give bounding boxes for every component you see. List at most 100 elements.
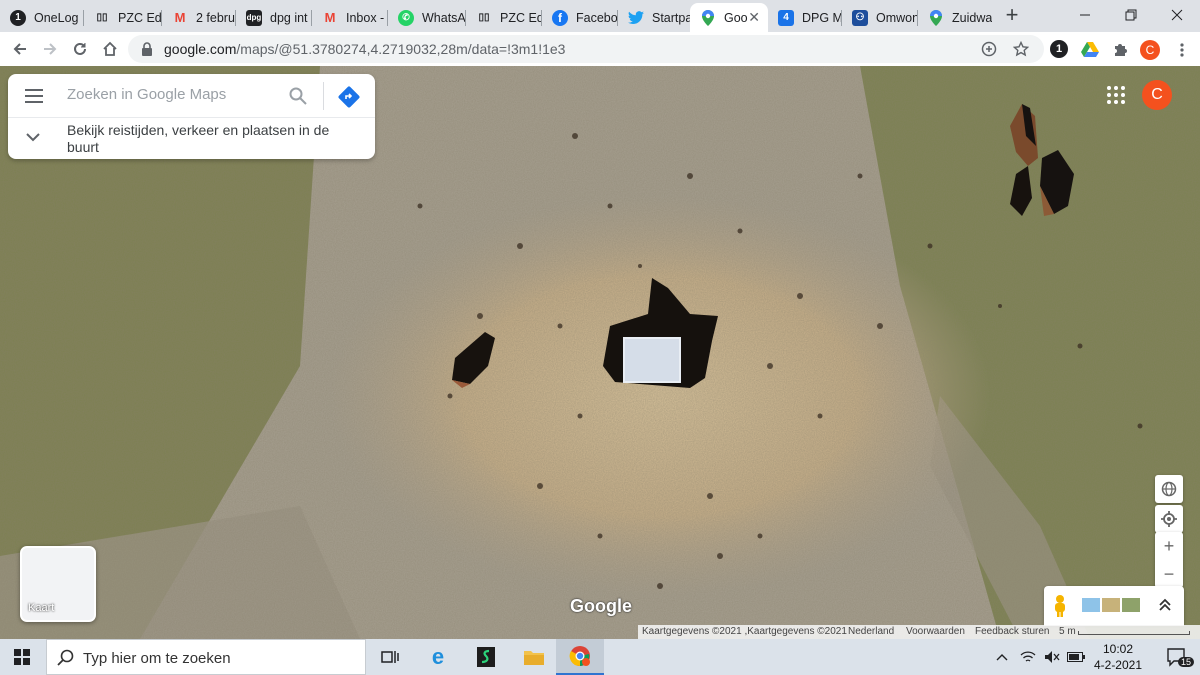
tab-onelogin[interactable]: 1 OneLog [0,3,84,32]
directions-icon[interactable] [338,86,360,108]
scale-label: 5 m [1059,626,1076,637]
globe-button[interactable] [1155,475,1183,503]
facebook-icon: f [552,9,568,26]
google-maps-icon [700,9,716,26]
map-type-toggle[interactable]: Kaart [20,546,96,622]
imagery-thumbnail-3[interactable] [1122,598,1140,612]
satellite-map[interactable]: Zoeken in Google Maps Bekijk reistijden,… [0,66,1200,639]
home-icon [103,41,117,56]
gmail-icon: M [324,10,336,25]
tab-gmail-2[interactable]: M Inbox - [312,3,388,32]
more-menu-icon[interactable] [1172,40,1192,60]
hamburger-menu-icon[interactable] [24,87,44,105]
maps-profile-initial: C [1151,86,1163,103]
my-location-button[interactable] [1155,505,1183,533]
task-view-button[interactable] [366,639,414,675]
onelogin-icon: 1 [10,9,26,26]
feedback-link[interactable]: Feedback sturen [975,626,1050,637]
maps-search-input[interactable]: Zoeken in Google Maps [67,86,226,103]
twitter-icon [628,10,644,26]
reload-button[interactable] [68,37,92,61]
start-button[interactable] [0,639,44,675]
tab-pzc-1[interactable]: ▯▯ PZC Edi [84,3,162,32]
maps-profile-avatar[interactable]: C [1142,80,1172,110]
back-button[interactable] [8,37,32,61]
chevron-up-icon [996,654,1008,661]
new-tab-button[interactable]: + [1000,4,1024,28]
url-host: google.com [164,41,237,57]
expand-chevron-icon[interactable] [1158,598,1174,614]
taskbar-file-explorer[interactable] [510,639,558,675]
extensions-puzzle-icon[interactable] [1110,40,1130,60]
imagery-thumbnail-1[interactable] [1082,598,1100,612]
reload-icon [74,42,86,55]
globe-icon [1161,481,1177,497]
zoom-in-button[interactable]: + [1155,532,1183,560]
omwonenden-icon: ⚇ [852,9,868,26]
restore-icon [1125,9,1137,21]
close-tab-icon[interactable]: ✕ [748,9,760,26]
add-icon[interactable] [980,40,998,58]
country-link[interactable]: Nederland [848,626,894,637]
search-divider [323,82,324,110]
extension-onelogin-icon[interactable]: 1 [1050,40,1068,58]
search-icon[interactable] [288,86,308,106]
bookmark-star-icon[interactable] [1012,40,1030,58]
taskbar-chrome[interactable] [556,639,604,675]
profile-initial: C [1145,43,1155,57]
pzc-icon: ▯▯ [478,12,490,23]
gmail-icon: M [174,10,186,25]
zoom-out-button[interactable]: − [1155,560,1183,588]
attribution-bar: Kaartgegevens ©2021 ,Kaartgegevens ©2021… [638,625,1200,639]
notification-count-badge: 15 [1178,657,1195,667]
volume-muted-icon[interactable] [1040,639,1064,675]
my-location-icon [1161,511,1177,527]
maps-search-box: Zoeken in Google Maps Bekijk reistijden,… [8,74,375,159]
imagery-thumbnail-2[interactable] [1102,598,1120,612]
google-logo: Google [570,596,632,616]
whatsapp-icon: ✆ [398,9,414,26]
tab-gmail-1[interactable]: M 2 februa [162,3,236,32]
battery-icon[interactable] [1064,639,1088,675]
google-drive-icon[interactable] [1080,40,1100,60]
profile-avatar[interactable]: C [1140,40,1160,60]
taskbar-app-green[interactable] [462,639,510,675]
tab-facebook[interactable]: f Facebo [542,3,618,32]
network-icon[interactable] [1016,639,1040,675]
url-text[interactable]: google.com/maps/@51.3780274,4.2719032,28… [164,41,565,57]
tab-omwonenden[interactable]: ⚇ Omwon [842,3,918,32]
tab-zuidwa[interactable]: Zuidwa [918,3,996,32]
show-hidden-icons[interactable] [990,639,1014,675]
tab-whatsapp[interactable]: ✆ WhatsA [388,3,466,32]
chrome-icon [569,646,590,667]
zoom-controls: + − [1155,532,1183,588]
restore-button[interactable] [1108,0,1154,30]
map-data-attribution: Kaartgegevens ©2021 ,Kaartgegevens ©2021 [642,626,847,637]
action-center-button[interactable]: 15 [1152,639,1200,675]
pegman-icon[interactable] [1052,594,1068,618]
tab-twitter[interactable]: Startpa [618,3,690,32]
taskbar-search-placeholder: Typ hier om te zoeken [83,650,231,667]
taskbar-search-box[interactable]: Typ hier om te zoeken [46,639,366,675]
address-bar[interactable]: google.com/maps/@51.3780274,4.2719032,28… [128,35,1044,63]
minimize-icon [1080,14,1090,16]
chevron-down-icon[interactable] [24,130,42,144]
tab-google-maps-active[interactable]: Goo ✕ [690,3,768,32]
tab-dpg-m[interactable]: 4 DPG M [768,3,842,32]
system-clock[interactable]: 10:02 4-2-2021 [1092,641,1144,673]
forward-button[interactable] [38,37,62,61]
google-maps-icon [928,9,944,26]
google-apps-icon[interactable] [1106,85,1126,105]
url-path: /maps/@51.3780274,4.2719032,28m/data=!3m… [236,41,566,57]
home-button[interactable] [98,37,122,61]
tab-dpg[interactable]: dpg dpg int [236,3,312,32]
taskbar-edge-app[interactable]: e [414,639,462,675]
minimize-button[interactable] [1062,0,1108,30]
explore-nearby-text[interactable]: Bekijk reistijden, verkeer en plaatsen i… [67,122,357,156]
tab-pzc-2[interactable]: ▯▯ PZC Edi [466,3,542,32]
clock-date: 4-2-2021 [1093,658,1143,672]
layers-bar [1044,586,1184,626]
close-window-button[interactable] [1154,0,1200,30]
terms-link[interactable]: Voorwaarden [906,626,965,637]
clock-time: 10:02 [1102,642,1134,656]
